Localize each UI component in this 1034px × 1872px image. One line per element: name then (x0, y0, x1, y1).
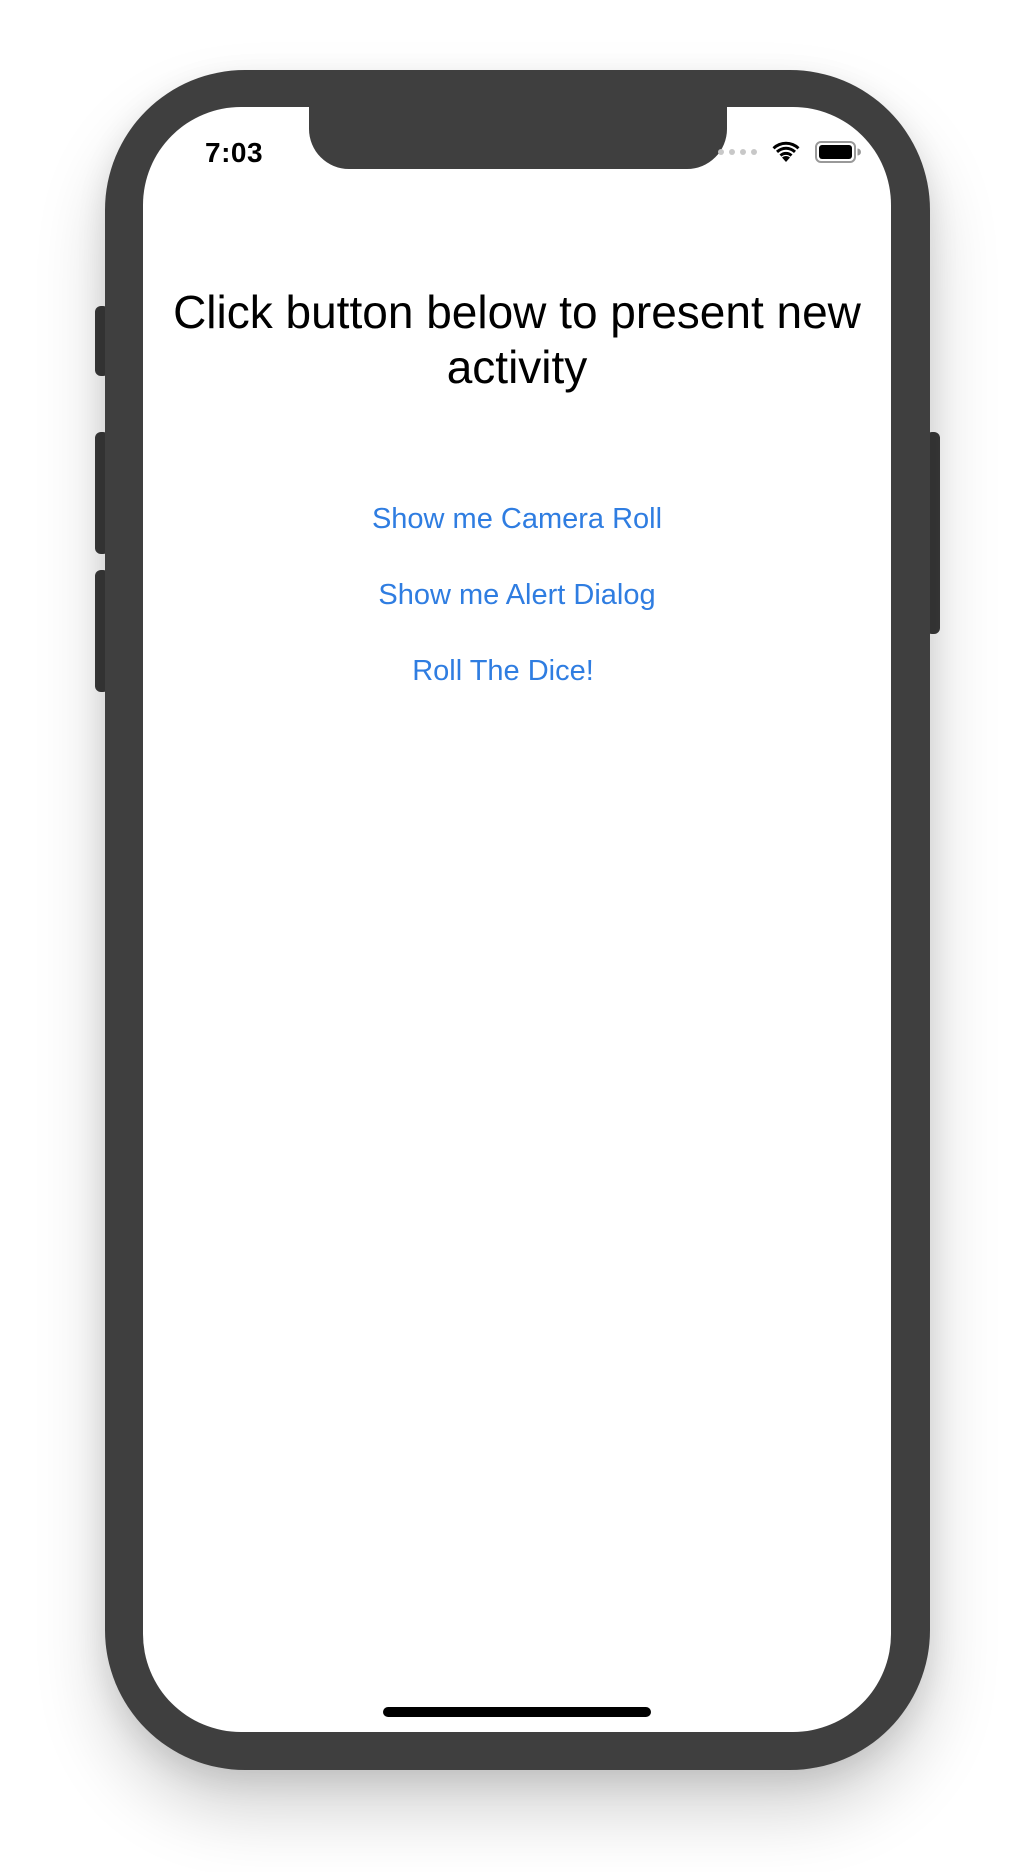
cellular-signal-icon (718, 149, 757, 155)
show-alert-dialog-button[interactable]: Show me Alert Dialog (143, 579, 891, 612)
phone-screen: 7:03 Click button below to present new a… (143, 107, 891, 1732)
simulator-stage: 7:03 Click button below to present new a… (0, 0, 1034, 1872)
wifi-icon (771, 141, 801, 163)
page-title: Click button below to present new activi… (173, 286, 861, 393)
home-indicator[interactable] (383, 1707, 651, 1717)
status-indicators (718, 141, 861, 163)
status-time: 7:03 (205, 137, 264, 168)
show-camera-roll-button[interactable]: Show me Camera Roll (143, 503, 891, 536)
battery-icon (815, 141, 861, 163)
roll-the-dice-button[interactable]: Roll The Dice! (143, 655, 877, 688)
notch (309, 107, 727, 169)
